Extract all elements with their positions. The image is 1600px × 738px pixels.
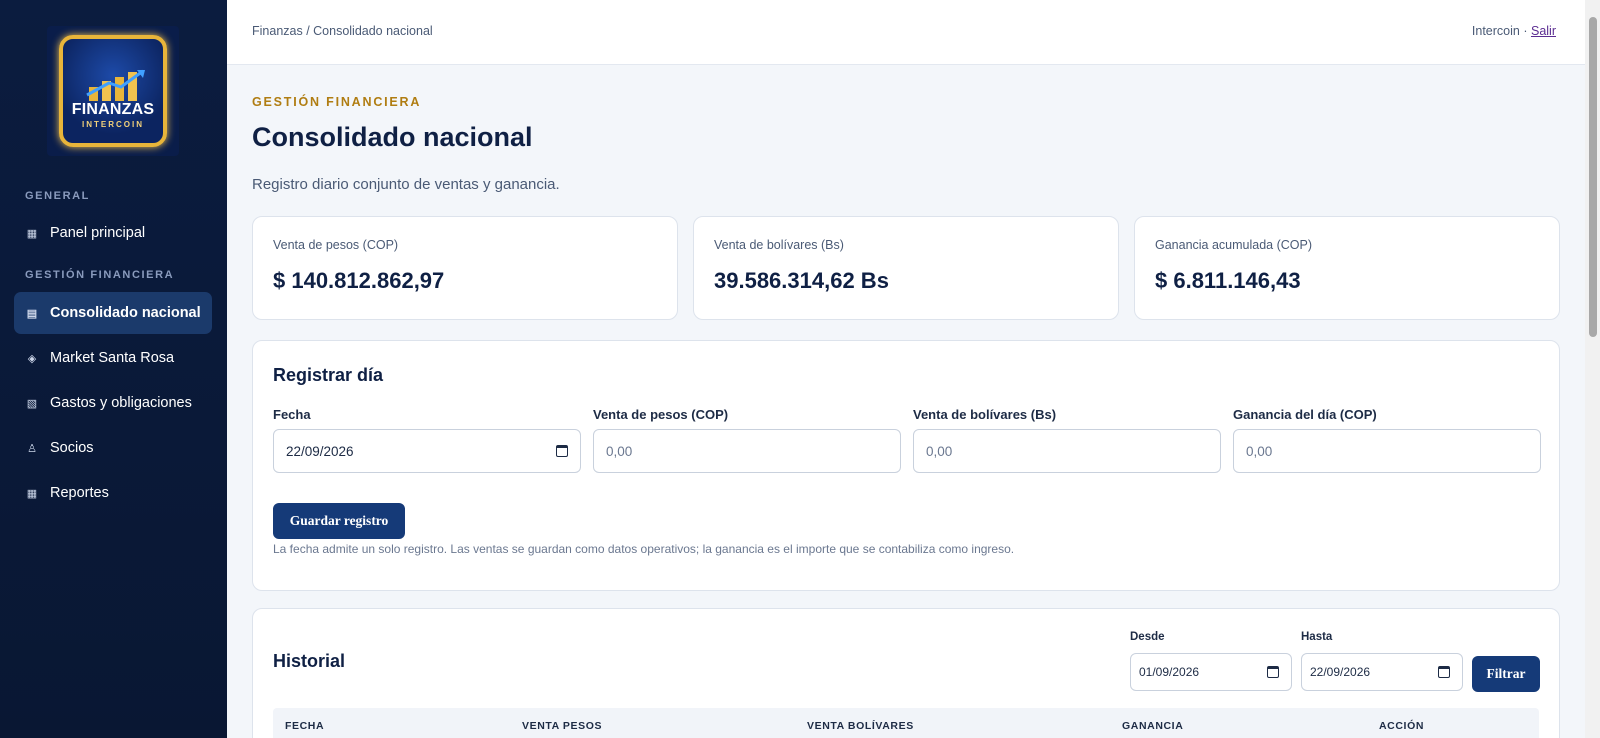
nav-section-general: GENERAL xyxy=(25,190,90,202)
striped-box-icon: ▧ xyxy=(26,397,38,410)
column-header-fecha: FECHA xyxy=(285,720,325,732)
to-date-field[interactable]: 22/09/2026 xyxy=(1301,653,1463,691)
ganancia-label: Ganancia del día (COP) xyxy=(1233,407,1377,422)
top-bar: Finanzas / Consolidado nacional Intercoi… xyxy=(227,0,1585,65)
stat-value: $ 140.812.862,97 xyxy=(273,268,445,293)
history-title: Historial xyxy=(273,651,346,671)
sidebar-item-consolidado[interactable]: ▤ Consolidado nacional xyxy=(14,292,212,334)
sidebar-item-panel-principal[interactable]: ▦ Panel principal xyxy=(14,212,212,254)
chart-arrow-icon xyxy=(86,69,145,101)
pesos-input[interactable]: 0,00 xyxy=(593,429,901,473)
calendar-icon[interactable] xyxy=(1438,666,1450,678)
pesos-label: Venta de pesos (COP) xyxy=(593,407,729,422)
page-subtitle: Registro diario conjunto de ventas y gan… xyxy=(252,176,560,193)
bolivares-label: Venta de bolívares (Bs) xyxy=(913,407,1057,422)
calendar-icon[interactable] xyxy=(556,445,568,457)
history-table-header: FECHA VENTA PESOS VENTA BOLÍVARES GANANC… xyxy=(273,708,1539,738)
from-date-field[interactable]: 01/09/2026 xyxy=(1130,653,1292,691)
sidebar-item-label: Consolidado nacional xyxy=(50,305,201,321)
ganancia-input[interactable]: 0,00 xyxy=(1233,429,1541,473)
stat-label: Ganancia acumulada (COP) xyxy=(1155,238,1313,252)
sidebar: FINANZAS INTERCOIN GENERAL ▦ Panel princ… xyxy=(0,0,227,738)
column-header-accion: ACCIÓN xyxy=(1379,720,1425,732)
sidebar-item-label: Panel principal xyxy=(50,225,146,241)
column-header-venta-pesos: VENTA PESOS xyxy=(522,720,603,732)
list-icon: ▤ xyxy=(26,307,38,320)
pesos-placeholder: 0,00 xyxy=(606,443,633,459)
date-field[interactable]: 22/09/2026 xyxy=(273,429,581,473)
stat-label: Venta de pesos (COP) xyxy=(273,238,399,252)
column-header-ganancia: GANANCIA xyxy=(1122,720,1184,732)
ganancia-placeholder: 0,00 xyxy=(1246,443,1273,459)
nav-section-gestion: GESTIÓN FINANCIERA xyxy=(25,269,175,281)
user-area: Intercoin · Salir xyxy=(1472,24,1556,38)
breadcrumb: Finanzas / Consolidado nacional xyxy=(252,24,433,38)
sidebar-item-market[interactable]: ◈ Market Santa Rosa xyxy=(14,337,212,379)
bolivares-input[interactable]: 0,00 xyxy=(913,429,1221,473)
sidebar-item-socios[interactable]: ♙ Socios xyxy=(14,427,212,469)
filter-button[interactable]: Filtrar xyxy=(1472,656,1540,692)
grid-icon: ▦ xyxy=(26,227,38,240)
stat-card-bolivares: Venta de bolívares (Bs) 39.586.314,62 Bs xyxy=(693,216,1119,320)
from-label: Desde xyxy=(1130,631,1165,643)
column-header-venta-bolivares: VENTA BOLÍVARES xyxy=(807,720,914,732)
stat-card-pesos: Venta de pesos (COP) $ 140.812.862,97 xyxy=(252,216,678,320)
sidebar-item-label: Market Santa Rosa xyxy=(50,350,175,366)
user-name: Intercoin · xyxy=(1471,24,1528,38)
logo-badge: FINANZAS INTERCOIN xyxy=(59,35,167,147)
diamond-icon: ◈ xyxy=(27,352,37,365)
page-kicker: GESTIÓN FINANCIERA xyxy=(252,95,422,109)
from-date-value: 01/09/2026 xyxy=(1139,665,1200,679)
page-title: Consolidado nacional xyxy=(252,122,533,152)
register-hint: La fecha admite un solo registro. Las ve… xyxy=(273,542,1015,556)
sidebar-item-label: Reportes xyxy=(50,485,109,501)
page-scrollbar[interactable] xyxy=(1585,0,1600,738)
person-icon: ♙ xyxy=(27,442,37,455)
stat-label: Venta de bolívares (Bs) xyxy=(714,238,844,252)
scrollbar-thumb[interactable] xyxy=(1589,17,1597,337)
to-date-value: 22/09/2026 xyxy=(1310,665,1371,679)
bolivares-placeholder: 0,00 xyxy=(926,443,953,459)
stat-value: $ 6.811.146,43 xyxy=(1155,268,1301,293)
brand-logo[interactable]: FINANZAS INTERCOIN xyxy=(47,26,179,156)
save-button[interactable]: Guardar registro xyxy=(273,503,405,539)
logo-subtitle: INTERCOIN xyxy=(82,120,144,129)
register-title: Registrar día xyxy=(273,365,384,385)
date-label: Fecha xyxy=(273,407,311,422)
sidebar-item-label: Socios xyxy=(50,440,94,456)
table-icon: ▦ xyxy=(26,487,38,500)
sidebar-item-reportes[interactable]: ▦ Reportes xyxy=(14,472,212,514)
sidebar-item-label: Gastos y obligaciones xyxy=(50,395,192,411)
logout-link[interactable]: Salir xyxy=(1531,24,1556,38)
logo-title: FINANZAS xyxy=(71,101,155,118)
register-card: Registrar día Fecha 22/09/2026 Venta de … xyxy=(252,340,1560,591)
date-value: 22/09/2026 xyxy=(286,443,354,459)
calendar-icon[interactable] xyxy=(1267,666,1279,678)
sidebar-item-gastos[interactable]: ▧ Gastos y obligaciones xyxy=(14,382,212,424)
to-label: Hasta xyxy=(1301,631,1333,643)
stat-value: 39.586.314,62 Bs xyxy=(714,268,889,293)
stat-card-ganancia: Ganancia acumulada (COP) $ 6.811.146,43 xyxy=(1134,216,1560,320)
